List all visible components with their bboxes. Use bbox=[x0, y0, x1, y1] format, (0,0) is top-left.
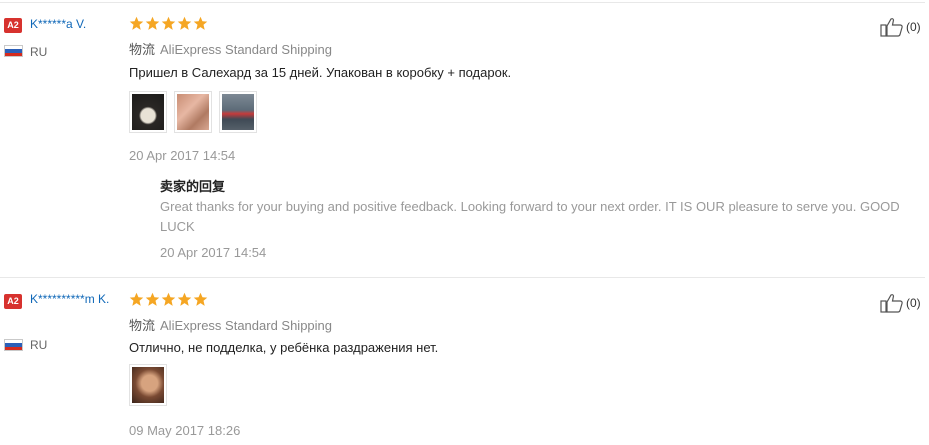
thumbs-up-icon bbox=[880, 18, 903, 37]
logistics-label: 物流 bbox=[129, 318, 156, 333]
buyer-level-badge: A2 bbox=[4, 294, 22, 309]
review-photos bbox=[129, 364, 167, 406]
logistics-info: 物流 AliExpress Standard Shipping bbox=[129, 315, 332, 334]
russia-flag-icon bbox=[4, 339, 23, 351]
seller-reply-text: Great thanks for your buying and positiv… bbox=[160, 199, 900, 234]
buyer-name[interactable]: K**********m K. bbox=[30, 292, 126, 307]
star-icon bbox=[161, 16, 176, 30]
star-rating bbox=[129, 292, 208, 308]
helpful-count: (0) bbox=[906, 296, 921, 310]
star-icon bbox=[129, 16, 144, 30]
review-date: 20 Apr 2017 14:54 bbox=[129, 148, 236, 163]
seller-reply-title: 卖家的回复 bbox=[160, 179, 226, 194]
thumbs-up-icon bbox=[880, 294, 903, 313]
buyer-name[interactable]: K******a V. bbox=[30, 17, 86, 32]
review-photo[interactable] bbox=[174, 91, 212, 133]
star-icon bbox=[145, 292, 160, 306]
star-icon bbox=[193, 292, 208, 306]
review-photo[interactable] bbox=[219, 91, 257, 133]
review-photos bbox=[129, 91, 257, 133]
star-icon bbox=[145, 16, 160, 30]
seller-reply-date: 20 Apr 2017 14:54 bbox=[160, 245, 267, 260]
review-date: 09 May 2017 18:26 bbox=[129, 423, 241, 438]
review-text: Отлично, не подделка, у ребёнка раздраже… bbox=[129, 340, 439, 355]
buyer-country: RU bbox=[30, 338, 48, 352]
logistics-value: AliExpress Standard Shipping bbox=[160, 318, 333, 333]
star-icon bbox=[177, 16, 192, 30]
helpful-count: (0) bbox=[906, 20, 921, 34]
review-photo[interactable] bbox=[129, 364, 167, 406]
star-rating bbox=[129, 16, 208, 32]
logistics-value: AliExpress Standard Shipping bbox=[160, 42, 333, 57]
star-icon bbox=[129, 292, 144, 306]
review-text: Пришел в Салехард за 15 дней. Упакован в… bbox=[129, 65, 512, 80]
star-icon bbox=[177, 292, 192, 306]
helpful-button[interactable]: (0) bbox=[880, 17, 921, 37]
star-icon bbox=[193, 16, 208, 30]
star-icon bbox=[161, 292, 176, 306]
logistics-label: 物流 bbox=[129, 42, 156, 57]
review-photo[interactable] bbox=[129, 91, 167, 133]
buyer-country: RU bbox=[30, 45, 48, 59]
review-item: A2 K******a V. RU 物流 AliExpress Standard … bbox=[0, 0, 929, 276]
review-item: A2 K**********m K. RU 物流 AliExpress Stand… bbox=[0, 278, 929, 445]
buyer-level-badge: A2 bbox=[4, 18, 22, 33]
logistics-info: 物流 AliExpress Standard Shipping bbox=[129, 39, 332, 58]
helpful-button[interactable]: (0) bbox=[880, 293, 921, 313]
russia-flag-icon bbox=[4, 45, 23, 57]
